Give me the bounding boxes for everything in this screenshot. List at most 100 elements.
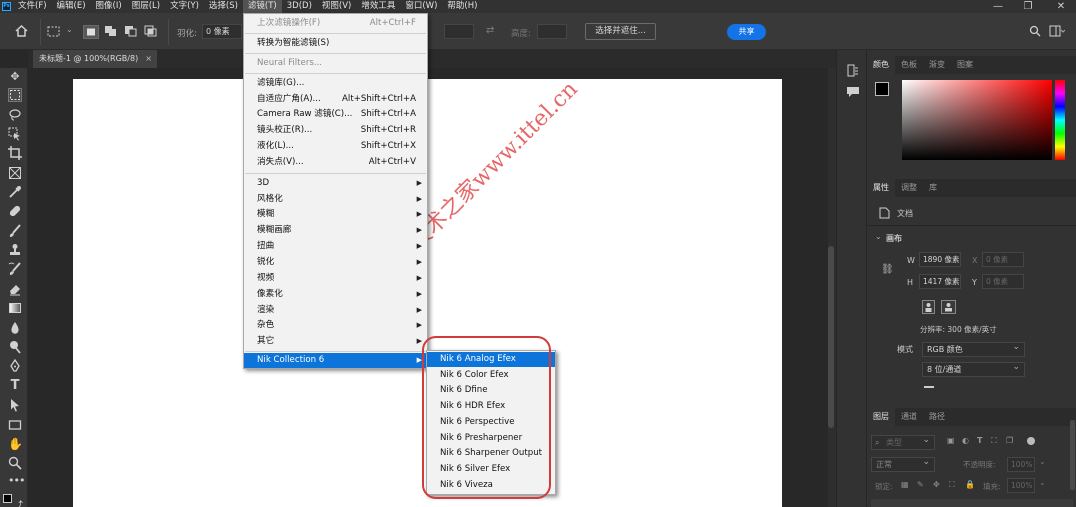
tab-adjustments[interactable]: 调整 — [895, 179, 923, 197]
bit-depth-select[interactable]: 8 位/通道 — [922, 361, 1025, 377]
lock-pixels-icon[interactable]: ✎ — [917, 480, 924, 489]
zoom-tool-icon[interactable] — [8, 456, 22, 470]
home-icon[interactable] — [15, 25, 28, 37]
frame-tool-icon[interactable] — [8, 166, 22, 180]
tab-properties[interactable]: 属性 — [867, 179, 895, 197]
menu-plugins[interactable]: 增效工具 — [356, 0, 400, 13]
portrait-icon[interactable] — [922, 300, 935, 314]
clone-stamp-tool-icon[interactable] — [8, 243, 22, 257]
restore-icon[interactable]: ❐ — [1013, 0, 1043, 13]
menu-item-blur[interactable]: 模糊 ▶ — [244, 207, 427, 222]
menu-item-distort[interactable]: 扭曲 ▶ — [244, 239, 427, 254]
vertical-scrollbar[interactable] — [828, 246, 834, 428]
crop-tool-icon[interactable] — [8, 146, 22, 160]
opacity-input[interactable]: 100% — [1007, 457, 1035, 472]
menu-item-lens-correction[interactable]: 镜头校正(R)... Shift+Ctrl+R — [244, 123, 427, 138]
menu-help[interactable]: 帮助(H) — [442, 0, 482, 13]
foreground-color-chip[interactable] — [875, 82, 889, 96]
height-input[interactable] — [537, 24, 567, 39]
filter-adjustment-icon[interactable]: ◐ — [962, 436, 969, 445]
menu-item-sharpen[interactable]: 锐化 ▶ — [244, 255, 427, 270]
minimize-icon[interactable]: — — [983, 0, 1013, 13]
brush-tool-icon[interactable] — [8, 224, 22, 238]
filter-type-icon[interactable]: T — [977, 436, 982, 445]
menu-layer[interactable]: 图层(L) — [127, 0, 165, 13]
menu-item-neural-filters[interactable]: Neural Filters... — [244, 56, 427, 71]
menu-item-convert-smart-filter[interactable]: 转换为智能滤镜(S) — [244, 36, 427, 51]
menu-item-nik-collection[interactable]: Nik Collection 6 ▶ — [244, 353, 427, 368]
foreground-color-swatch[interactable] — [3, 494, 12, 503]
intersect-selection-button[interactable] — [144, 25, 158, 37]
tab-layers[interactable]: 图层 — [867, 408, 895, 426]
menu-window[interactable]: 窗口(W) — [400, 0, 442, 13]
chevron-down-icon[interactable]: ⌄ — [66, 25, 73, 34]
color-mode-select[interactable]: RGB 颜色 — [922, 341, 1025, 357]
menu-item-filter-gallery[interactable]: 滤镜库(G)... — [244, 76, 427, 91]
lock-all-icon[interactable]: 🔒 — [965, 480, 975, 489]
rectangle-tool-icon[interactable] — [8, 418, 22, 432]
canvas-height-input[interactable]: 1417 像素 — [919, 274, 961, 289]
blend-mode-select[interactable]: 正常 — [871, 456, 935, 472]
lock-transparent-icon[interactable]: ▦ — [901, 480, 909, 489]
menu-item-adaptive-wide-angle[interactable]: 自适应广角(A)... Alt+Shift+Ctrl+A — [244, 92, 427, 107]
menu-item-render[interactable]: 渲染 ▶ — [244, 303, 427, 318]
filter-shape-icon[interactable]: ⛶ — [991, 436, 997, 446]
blur-tool-icon[interactable] — [8, 321, 22, 335]
dodge-tool-icon[interactable] — [8, 340, 22, 354]
eyedropper-tool-icon[interactable] — [8, 185, 22, 199]
add-selection-button[interactable] — [104, 25, 118, 37]
tab-color[interactable]: 颜色 — [867, 56, 895, 74]
comments-icon[interactable] — [846, 86, 860, 98]
menu-item-stylize[interactable]: 风格化 ▶ — [244, 192, 427, 207]
lock-position-icon[interactable]: ✥ — [933, 480, 940, 489]
width-input[interactable] — [444, 24, 474, 39]
canvas-width-input[interactable]: 1890 像素 — [919, 252, 961, 267]
marquee-tool-icon[interactable] — [8, 88, 22, 102]
menu-item-blur-gallery[interactable]: 模糊画廊 ▶ — [244, 223, 427, 238]
menu-filter[interactable]: 滤镜(T) — [242, 0, 282, 13]
menu-3d[interactable]: 3D(D) — [282, 0, 317, 13]
object-select-tool-icon[interactable] — [8, 127, 22, 141]
x-input[interactable]: 0 像素 — [982, 252, 1024, 267]
layer-kind-filter[interactable]: ⌕ 类型 — [871, 434, 935, 450]
marquee-preset-icon[interactable] — [47, 26, 60, 37]
menu-item-liquify[interactable]: 液化(L)... Shift+Ctrl+X — [244, 139, 427, 154]
more-tools-icon[interactable]: ••• — [8, 474, 25, 488]
history-brush-tool-icon[interactable] — [8, 262, 22, 276]
fill-input[interactable]: 100% — [1007, 478, 1035, 493]
menu-item-last-filter[interactable]: 上次滤镜操作(F) Alt+Ctrl+F — [244, 16, 427, 31]
tab-swatches[interactable]: 色板 — [895, 56, 923, 74]
chevron-down-icon[interactable]: ⌄ — [1039, 478, 1046, 487]
menu-item-pixelate[interactable]: 像素化 ▶ — [244, 287, 427, 302]
document-tab[interactable]: 未标题-1 @ 100%(RGB/8) × — [33, 50, 157, 68]
menu-file[interactable]: 文件(F) — [13, 0, 52, 13]
tab-channels[interactable]: 通道 — [895, 408, 923, 426]
layer-row[interactable] — [871, 499, 1073, 507]
color-field[interactable] — [902, 80, 1052, 160]
lock-artboard-icon[interactable]: ⛶ — [949, 480, 955, 490]
menu-view[interactable]: 视图(V) — [317, 0, 356, 13]
feather-input[interactable]: 0 像素 — [202, 24, 242, 39]
history-icon[interactable] — [847, 64, 859, 77]
new-selection-button[interactable] — [83, 25, 99, 39]
menu-item-vanishing-point[interactable]: 消失点(V)... Alt+Ctrl+V — [244, 155, 427, 170]
subtract-selection-button[interactable] — [124, 25, 138, 37]
menu-edit[interactable]: 编辑(E) — [52, 0, 91, 13]
panel-scrollbar[interactable] — [1070, 420, 1075, 490]
menu-item-camera-raw[interactable]: Camera Raw 滤镜(C)... Shift+Ctrl+A — [244, 107, 427, 122]
tab-patterns[interactable]: 图案 — [951, 56, 979, 74]
path-select-tool-icon[interactable] — [8, 398, 22, 412]
chevron-down-icon[interactable]: ⌄ — [1039, 457, 1046, 466]
y-input[interactable]: 0 像素 — [982, 274, 1024, 289]
menu-image[interactable]: 图像(I) — [91, 0, 127, 13]
close-icon[interactable]: ✕ — [1046, 0, 1076, 13]
filter-pixel-icon[interactable]: ▣ — [947, 436, 955, 445]
lasso-tool-icon[interactable] — [8, 108, 22, 122]
menu-type[interactable]: 文字(Y) — [165, 0, 204, 13]
tab-paths[interactable]: 路径 — [923, 408, 951, 426]
swap-colors-icon[interactable]: ⤴ — [14, 498, 23, 507]
tab-gradients[interactable]: 渐变 — [923, 56, 951, 74]
link-icon[interactable]: ⛓ — [881, 264, 894, 275]
menu-item-3d[interactable]: 3D ▶ — [244, 176, 427, 191]
menu-item-video[interactable]: 视频 ▶ — [244, 271, 427, 286]
